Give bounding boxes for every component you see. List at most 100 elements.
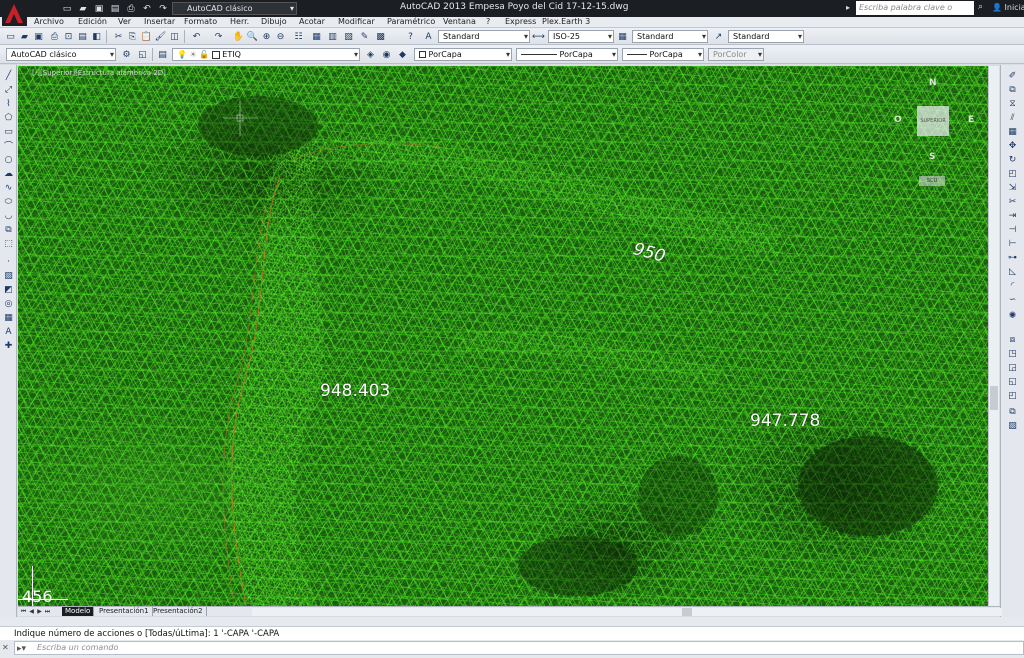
make-block-icon[interactable]: ⬚ [2,237,15,250]
hatch-back-icon[interactable]: ▨ [1006,419,1019,432]
menu-express[interactable]: Express [505,17,536,27]
sheet-set-icon[interactable]: ▧ [342,30,355,43]
viewcube-north[interactable]: N [929,78,937,88]
zoom-previous-icon[interactable]: ⊖ [274,30,287,43]
viewcube-top-face[interactable]: SUPERIOR [917,106,949,136]
ellipse-arc-icon[interactable]: ◡ [2,209,15,222]
add-selected-icon[interactable]: ✚ [2,339,15,352]
viewport-controls-label[interactable]: [-][Superior][Estructura alámbrica 2D] [32,69,166,77]
multiline-text-icon[interactable]: A [2,325,15,338]
dim-style-dropdown[interactable]: ISO-25 ▾ [548,30,614,43]
bring-above-icon[interactable]: ◱ [1006,375,1019,388]
tab-presentacion2[interactable]: Presentación2 [150,607,207,616]
explode-icon[interactable]: ✺ [1006,309,1019,322]
model-space-canvas[interactable]: [-][Superior][Estructura alámbrica 2D] 9… [18,66,988,606]
design-center-icon[interactable]: ▦ [310,30,323,43]
array-icon[interactable]: ▦ [1006,125,1019,138]
erase-icon[interactable]: ✐ [1006,69,1019,82]
layer-dropdown[interactable]: 💡 ☀ 🔓 ETIQ ▾ [172,48,360,61]
color-dropdown[interactable]: PorCapa ▾ [414,48,512,61]
mleader-style-icon[interactable]: ↗ [712,30,725,43]
menu-formato[interactable]: Formato [184,17,217,27]
trim-icon[interactable]: ✂ [1006,195,1019,208]
draw-order-icon[interactable]: ⧈ [1006,333,1019,346]
calculator-icon[interactable]: ▩ [374,30,387,43]
search-input[interactable]: Escriba palabra clave o frase [856,1,974,26]
menu-plexearth[interactable]: Plex.Earth 3 [542,17,590,27]
gradient-icon[interactable]: ◩ [2,283,15,296]
join-icon[interactable]: ⊶ [1006,251,1019,264]
save-icon[interactable]: ▣ [92,2,106,15]
command-prompt-icon[interactable]: ▸▾ [17,643,26,655]
linetype-dropdown[interactable]: PorCapa ▾ [516,48,618,61]
cut-icon[interactable]: ✂ [112,30,125,43]
wcs-menu[interactable]: SCU [919,176,945,186]
menu-edicion[interactable]: Edición [78,17,107,27]
circle-icon[interactable]: ○ [2,153,15,166]
region-icon[interactable]: ◎ [2,297,15,310]
plot-preview-icon[interactable]: ⊡ [62,30,75,43]
scale-icon[interactable]: ◰ [1006,167,1019,180]
mleader-style-dropdown[interactable]: Standard ▾ [728,30,804,43]
menu-archivo[interactable]: Archivo [34,17,64,27]
print-icon[interactable]: ⎙ [124,2,138,15]
vertical-scroll-thumb[interactable] [990,386,998,410]
polygon-icon[interactable]: ⬠ [2,111,15,124]
stretch-icon[interactable]: ⇲ [1006,181,1019,194]
point-icon[interactable]: · [2,255,15,268]
workspace-save-icon[interactable]: ◱ [136,48,149,61]
table-style-icon[interactable]: ▦ [616,30,629,43]
break-at-point-icon[interactable]: ⊣ [1006,223,1019,236]
undo-toolbar-icon[interactable]: ↶ [190,30,203,43]
prev-tab-icon[interactable]: ◀ [28,607,35,616]
horizontal-scrollbar[interactable] [252,608,1002,616]
menu-acotar[interactable]: Acotar [299,17,325,27]
redo-icon[interactable]: ↷ [156,2,170,15]
blend-curves-icon[interactable]: ∽ [1006,293,1019,306]
undo-icon[interactable]: ↶ [140,2,154,15]
send-under-icon[interactable]: ◰ [1006,389,1019,402]
pan-icon[interactable]: ✋ [232,30,245,43]
redo-toolbar-icon[interactable]: ↷ [212,30,225,43]
menu-ver[interactable]: Ver [118,17,131,27]
saveas-icon[interactable]: ▤ [108,2,122,15]
next-tab-icon[interactable]: ▶ [36,607,43,616]
insert-block-icon[interactable]: ⧉ [2,223,15,236]
bring-front-icon[interactable]: ◳ [1006,347,1019,360]
viewcube-east[interactable]: E [968,115,974,125]
viewcube-south[interactable]: S [929,152,935,162]
dim-style-icon[interactable]: ⟷ [532,30,545,43]
polyline-icon[interactable]: ⌇ [2,97,15,110]
menu-ventana[interactable]: Ventana [443,17,476,27]
mirror-icon[interactable]: ⧖ [1006,97,1019,110]
viewcube-west[interactable]: O [894,115,902,125]
extend-icon[interactable]: ⇥ [1006,209,1019,222]
tab-modelo[interactable]: Modelo [62,607,95,616]
match-properties-icon[interactable]: 🖌 [154,30,167,43]
paste-icon[interactable]: 📋 [140,30,153,43]
make-current-layer-icon[interactable]: ◈ [364,48,377,61]
open-icon[interactable]: ▰ [76,2,90,15]
text-style-icon[interactable]: A [422,30,435,43]
search-arrow-icon[interactable]: ▸ [846,3,850,12]
first-tab-icon[interactable]: ⏮ [20,607,27,616]
send-back-icon[interactable]: ◲ [1006,361,1019,374]
tab-presentacion1[interactable]: Presentación1 [96,607,153,616]
search-icon[interactable]: ⌕ [978,2,983,12]
workspace-settings-icon[interactable]: ⚙ [120,48,133,61]
open-file-icon[interactable]: ▰ [18,30,31,43]
workspace-select[interactable]: AutoCAD clásico ▾ [6,48,116,61]
menu-insertar[interactable]: Insertar [144,17,175,27]
layer-properties-icon[interactable]: ▤ [156,48,169,61]
properties-icon[interactable]: ☷ [292,30,305,43]
fillet-icon[interactable]: ◜ [1006,279,1019,292]
plot-icon[interactable]: ⎙ [48,30,61,43]
menu-ayuda[interactable]: ? [486,17,490,27]
offset-icon[interactable]: ⫽ [1006,111,1019,124]
break-icon[interactable]: ⊢ [1006,237,1019,250]
rectangle-icon[interactable]: ▭ [2,125,15,138]
hatch-icon[interactable]: ▨ [2,269,15,282]
move-icon[interactable]: ✥ [1006,139,1019,152]
spline-icon[interactable]: ∿ [2,181,15,194]
zoom-window-icon[interactable]: ⊕ [260,30,273,43]
